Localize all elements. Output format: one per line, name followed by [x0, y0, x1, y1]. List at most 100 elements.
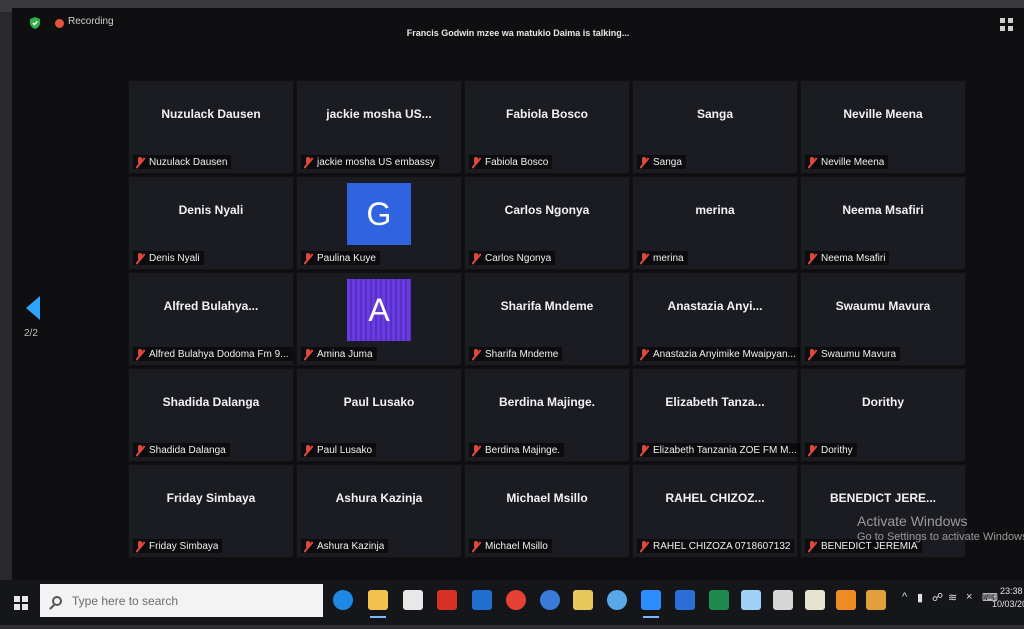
participant-tile[interactable]: Dorithy Dorithy	[800, 368, 966, 462]
participant-name: Michael Msillo	[485, 540, 548, 552]
participant-tile[interactable]: Anastazia Anyi... Anastazia Anyimike Mwai…	[632, 272, 800, 366]
store-icon[interactable]	[403, 590, 423, 610]
chrome-icon[interactable]	[506, 590, 526, 610]
participant-tile[interactable]: Sharifa Mndeme Sharifa Mndeme	[464, 272, 630, 366]
participant-name-label: Berdina Majinge.	[469, 443, 565, 457]
participant-tile[interactable]: Michael Msillo Michael Msillo	[464, 464, 630, 558]
muted-microphone-icon	[639, 444, 649, 456]
participant-name: Dorithy	[821, 444, 853, 456]
gallery-view-icon[interactable]	[1000, 18, 1014, 32]
file-explorer-icon[interactable]	[368, 590, 388, 618]
vlc-player-icon[interactable]	[836, 590, 856, 610]
clock-date[interactable]: 10/03/20	[992, 599, 1024, 609]
activate-windows-title: Activate Windows	[857, 513, 968, 529]
taskbar-search-box[interactable]: Type here to search	[40, 584, 323, 617]
muted-microphone-icon	[303, 444, 313, 456]
participant-tile[interactable]: Fabiola Bosco Fabiola Bosco	[464, 80, 630, 174]
battery-icon[interactable]: ▮	[917, 591, 923, 604]
participant-tile[interactable]: jackie mosha US... jackie mosha US embass…	[296, 80, 462, 174]
participant-name-label: Nuzulack Dausen	[133, 155, 232, 169]
edge-browser-icon[interactable]	[333, 590, 353, 610]
document-app-icon[interactable]	[805, 590, 825, 610]
participant-tile[interactable]: Berdina Majinge. Berdina Majinge.	[464, 368, 630, 462]
muted-microphone-icon	[639, 540, 649, 552]
participant-tile[interactable]: Paul Lusako Paul Lusako	[296, 368, 462, 462]
participant-display-name: Fabiola Bosco	[505, 107, 588, 121]
windows-start-icon[interactable]	[14, 596, 28, 610]
participant-name: Alfred Bulahya Dodoma Fm 9...	[149, 348, 289, 360]
participant-tile[interactable]: RAHEL CHIZOZ... RAHEL CHIZOZA 0718607132	[632, 464, 798, 558]
participant-name-label: Shadida Dalanga	[133, 443, 230, 457]
participant-name-label: RAHEL CHIZOZA 0718607132	[637, 539, 795, 553]
participant-tile[interactable]: merina merina	[632, 176, 798, 270]
recording-label[interactable]: Recording	[68, 16, 114, 27]
participant-name: Friday Simbaya	[149, 540, 219, 552]
muted-microphone-icon	[807, 252, 817, 264]
participant-tile[interactable]: G Paulina Kuye	[296, 176, 462, 270]
participant-display-name: Berdina Majinge.	[498, 395, 596, 409]
participant-tile[interactable]: Elizabeth Tanza... Elizabeth Tanzania ZOE…	[632, 368, 801, 462]
participant-name: Neville Meena	[821, 156, 885, 168]
participant-name-label: Paulina Kuye	[301, 251, 380, 265]
acrobat-reader-icon[interactable]	[437, 590, 457, 610]
participant-tile[interactable]: Swaumu Mavura Swaumu Mavura	[800, 272, 966, 366]
media-player-icon[interactable]	[866, 590, 886, 610]
page-indicator: 2/2	[24, 328, 38, 339]
participant-name: Paul Lusako	[317, 444, 373, 456]
word-icon[interactable]	[675, 590, 695, 610]
muted-microphone-icon	[639, 156, 649, 168]
participant-tile[interactable]: Carlos Ngonya Carlos Ngonya	[464, 176, 630, 270]
participant-name-label: Dorithy	[805, 443, 857, 457]
participant-tile[interactable]: Ashura Kazinja Ashura Kazinja	[296, 464, 462, 558]
chevron-up-icon[interactable]: ^	[902, 591, 907, 603]
participant-display-name: Neville Meena	[843, 107, 923, 121]
network-icon[interactable]: ☍	[932, 591, 943, 604]
participant-tile[interactable]: Shadida Dalanga Shadida Dalanga	[128, 368, 294, 462]
muted-microphone-icon	[807, 156, 817, 168]
zoom-meeting-window: Recording Francis Godwin mzee wa matukio…	[12, 8, 1024, 588]
participant-tile[interactable]: A Amina Juma	[296, 272, 462, 366]
monitor-bezel-bottom	[0, 625, 1024, 629]
globe-icon[interactable]	[540, 590, 560, 610]
participant-tile[interactable]: Sanga Sanga	[632, 80, 798, 174]
wifi-icon[interactable]: ≋	[948, 591, 957, 604]
participant-name: Ashura Kazinja	[317, 540, 385, 552]
chat-bubble-icon[interactable]	[607, 590, 627, 610]
participant-tile[interactable]: Neville Meena Neville Meena	[800, 80, 966, 174]
participant-tile[interactable]: Friday Simbaya Friday Simbaya	[128, 464, 294, 558]
muted-microphone-icon	[471, 252, 481, 264]
participant-display-name: Swaumu Mavura	[835, 299, 931, 313]
muted-microphone-icon	[135, 156, 145, 168]
participant-avatar: A	[347, 279, 411, 341]
excel-icon[interactable]	[709, 590, 729, 610]
muted-microphone-icon	[135, 348, 145, 360]
participant-tile[interactable]: Alfred Bulahya... Alfred Bulahya Dodoma F…	[128, 272, 294, 366]
recording-dot-icon	[55, 19, 64, 28]
participant-name-label: Paul Lusako	[301, 443, 377, 457]
participant-tile[interactable]: BENEDICT JERE... BENEDICT JEREMIA	[800, 464, 966, 558]
zoom-app-icon[interactable]	[641, 590, 661, 618]
participant-name-label: Sanga	[637, 155, 686, 169]
folder-icon[interactable]	[573, 590, 593, 610]
participant-name: Carlos Ngonya	[485, 252, 552, 264]
volume-muted-icon[interactable]: ×	[966, 591, 972, 603]
previous-page-arrow-icon[interactable]	[26, 296, 40, 320]
muted-microphone-icon	[471, 540, 481, 552]
monitor-app-icon[interactable]	[773, 590, 793, 610]
clock-time[interactable]: 23:38	[1000, 586, 1023, 596]
participant-name-label: Elizabeth Tanzania ZOE FM M...	[637, 443, 801, 457]
muted-microphone-icon	[303, 348, 313, 360]
participant-tile[interactable]: Nuzulack Dausen Nuzulack Dausen	[128, 80, 294, 174]
outlook-icon[interactable]	[472, 590, 492, 610]
participant-display-name: Elizabeth Tanza...	[665, 395, 765, 409]
participant-display-name: Friday Simbaya	[166, 491, 256, 505]
participant-name-label: Neema Msafiri	[805, 251, 890, 265]
participant-name-label: Denis Nyali	[133, 251, 204, 265]
participant-tile[interactable]: Denis Nyali Denis Nyali	[128, 176, 294, 270]
settings-app-icon[interactable]	[741, 590, 761, 610]
participant-display-name: Carlos Ngonya	[504, 203, 590, 217]
participant-name-label: Anastazia Anyimike Mwaipyan...	[637, 347, 800, 361]
participant-name-label: Carlos Ngonya	[469, 251, 556, 265]
active-speaker-label: Francis Godwin mzee wa matukio Daima is …	[406, 28, 630, 38]
participant-tile[interactable]: Neema Msafiri Neema Msafiri	[800, 176, 966, 270]
